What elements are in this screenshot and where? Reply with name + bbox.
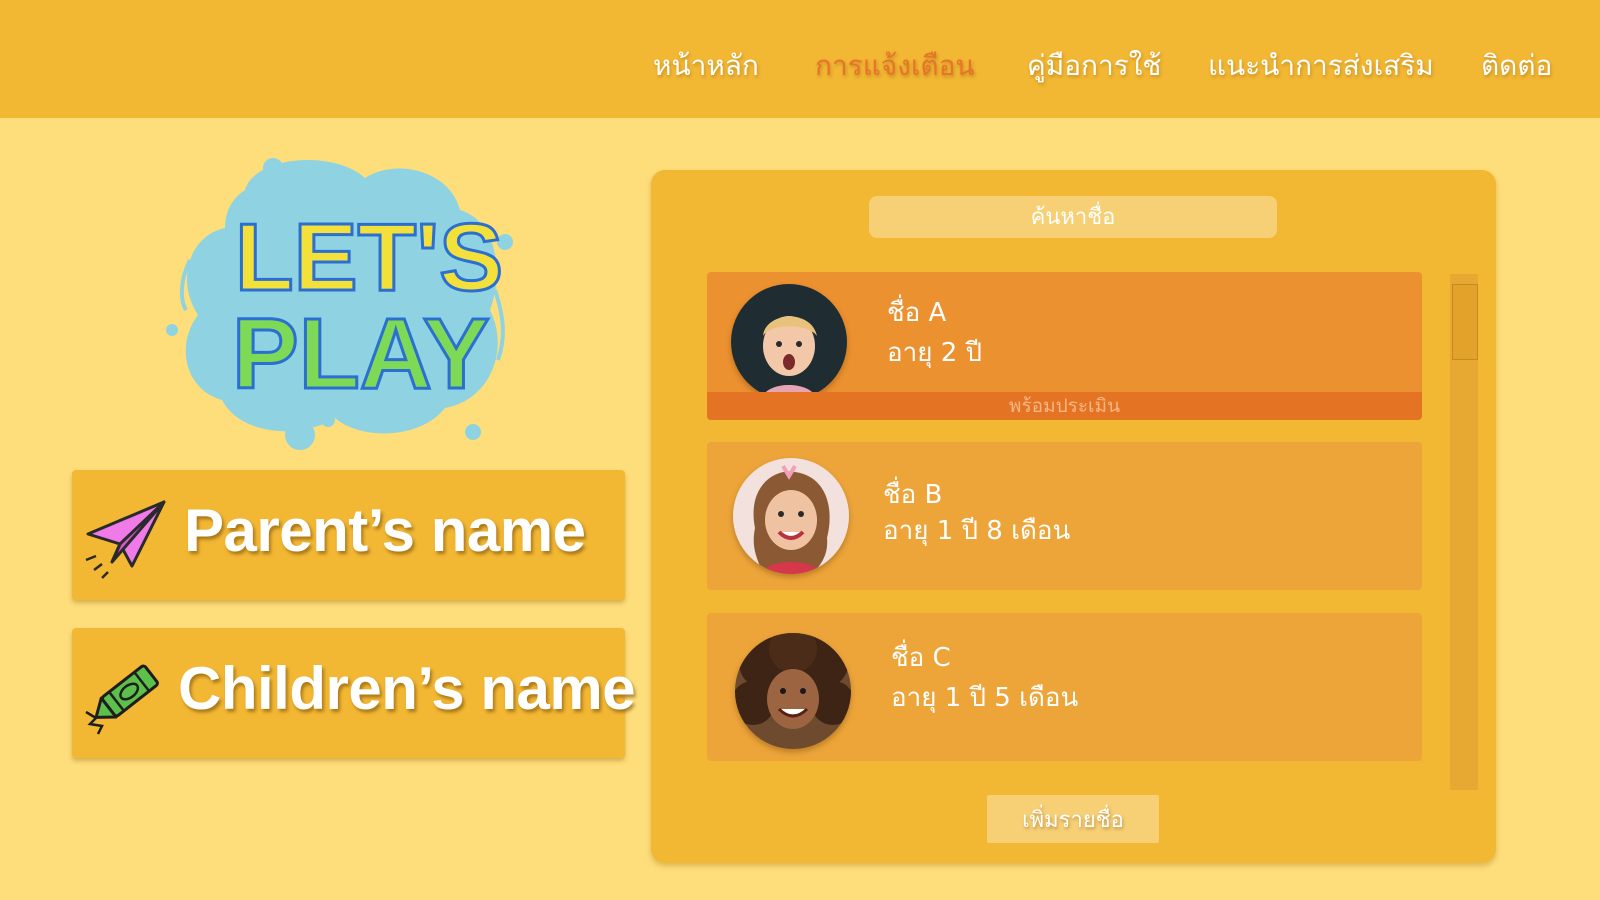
lets-play-logo: LET'S PLAY [160, 150, 530, 450]
child-c-avatar [735, 633, 851, 749]
children-name-card[interactable]: Children’s name [72, 628, 636, 758]
child-c-name: ชื่อ C [891, 643, 951, 673]
add-name-button[interactable]: เพิ่มรายชื่อ [987, 795, 1159, 843]
child-card-a[interactable]: ชื่อ A อายุ 2 ปี พร้อมประเมิน [707, 272, 1422, 420]
child-a-name: ชื่อ A [887, 298, 947, 328]
top-navigation-bar: หน้าหลัก การแจ้งเตือน คู่มือการใช้ แนะนำ… [0, 0, 1600, 118]
list-scrollbar-thumb[interactable] [1452, 284, 1478, 360]
nav-user-guide[interactable]: คู่มือการใช้ [1027, 44, 1161, 88]
list-scrollbar-track[interactable] [1450, 274, 1478, 790]
child-b-name: ชื่อ B [883, 480, 943, 510]
logo-letter-l: LET'S [235, 204, 503, 311]
child-a-age: อายุ 2 ปี [887, 338, 983, 368]
child-a-status-badge: พร้อมประเมิน [707, 392, 1422, 420]
child-c-age: อายุ 1 ปี 5 เดือน [891, 683, 1079, 713]
parent-name-label: Parent’s name [184, 497, 586, 564]
child-a-avatar [731, 284, 847, 400]
parent-name-card[interactable]: Parent’s name [72, 470, 625, 600]
nav-contact[interactable]: ติดต่อ [1481, 44, 1552, 88]
search-name-input[interactable] [869, 196, 1277, 238]
children-name-label: Children’s name [178, 655, 636, 722]
logo-line-2: PLAY [232, 298, 490, 410]
nav-development-tips[interactable]: แนะนำการส่งเสริม [1208, 44, 1434, 88]
child-card-c[interactable]: ชื่อ C อายุ 1 ปี 5 เดือน [707, 613, 1422, 761]
nav-home[interactable]: หน้าหลัก [653, 44, 759, 88]
paper-plane-icon [82, 492, 170, 580]
children-list-panel: ชื่อ A อายุ 2 ปี พร้อมประเมิน ชื่อ B อาย… [651, 170, 1496, 863]
nav-notifications[interactable]: การแจ้งเตือน [815, 44, 975, 88]
child-b-avatar [733, 458, 849, 574]
child-b-age: อายุ 1 ปี 8 เดือน [883, 516, 1071, 546]
child-card-b[interactable]: ชื่อ B อายุ 1 ปี 8 เดือน [707, 442, 1422, 590]
crayon-icon [82, 650, 170, 738]
